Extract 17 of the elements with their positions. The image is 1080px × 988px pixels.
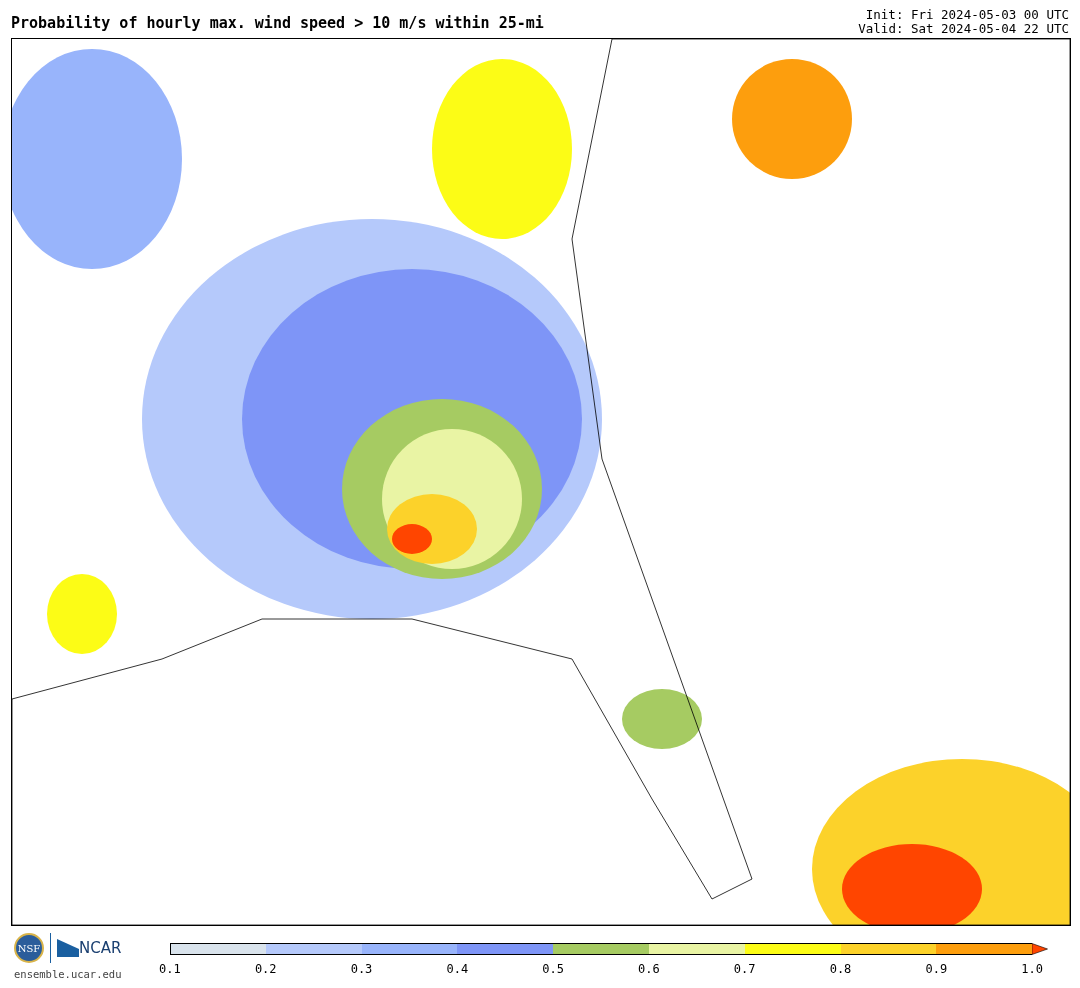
flag-icon [57,939,79,957]
colorbar-tick-label: 1.0 [1020,962,1044,976]
colorbar-tick-label: 0.7 [732,962,757,976]
colorbar-tick-label: 0.9 [924,962,949,976]
nsf-logo: NSF [14,933,44,963]
site-url: ensemble.ucar.edu [14,968,123,980]
colorbar-tick-label: 0.4 [445,962,470,976]
init-time: Init: Fri 2024-05-03 00 UTC [864,8,1069,22]
valid-time: Valid: Sat 2024-05-04 22 UTC [858,22,1069,36]
colorbar-tick-label: 0.1 [158,962,182,976]
map-title: Probability of hourly max. wind speed > 10 m/s within 25-mi [11,14,544,34]
ncar-logo: NCAR [79,939,122,957]
colorbar-tick-label: 0.3 [349,962,374,976]
colorbar-tick-label: 0.5 [541,962,565,976]
colorbar-tick-label: 0.2 [253,962,278,976]
colorbar-tick-label: 0.8 [828,962,853,976]
colorbar-tick-label: 0.6 [637,962,661,976]
